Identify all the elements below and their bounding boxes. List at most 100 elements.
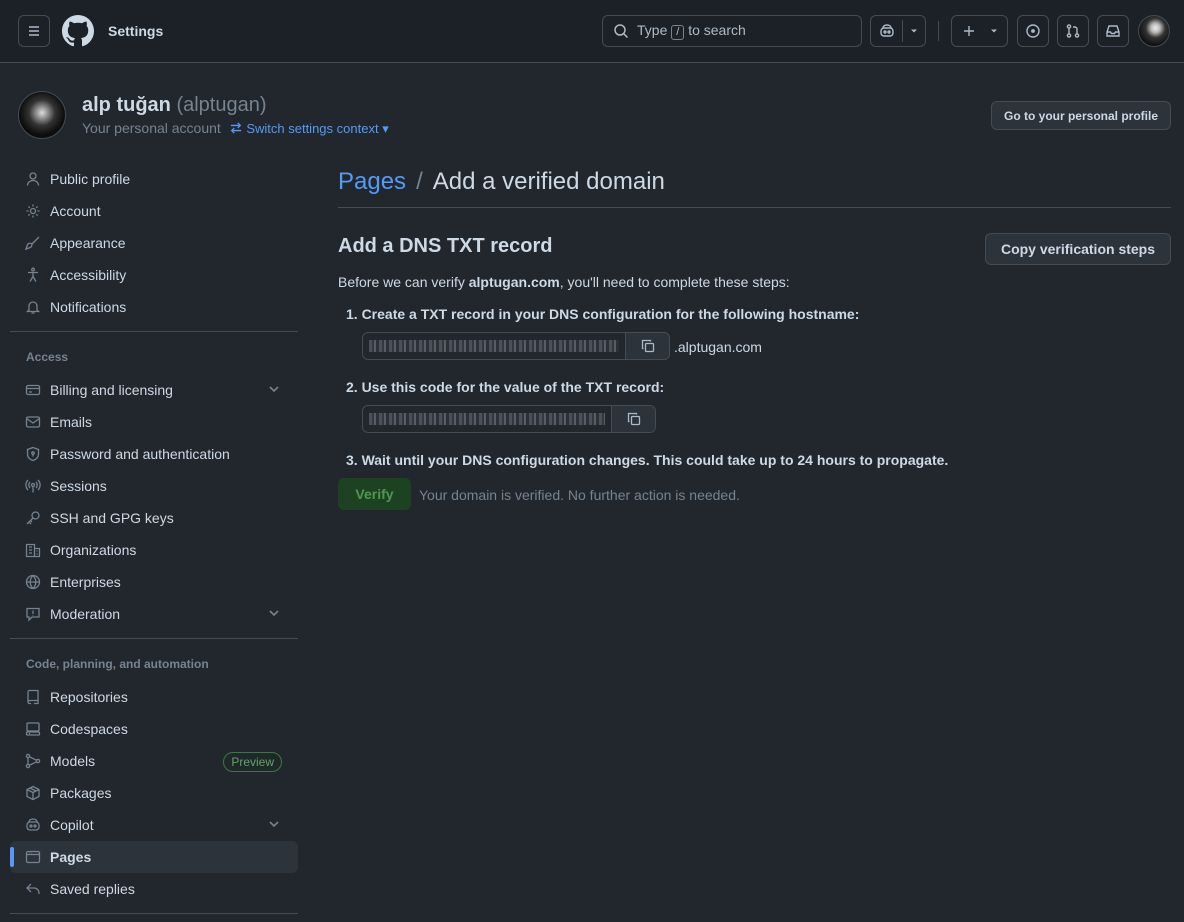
step-2-text: 2. Use this code for the value of the TX… [346,379,665,395]
copy-icon [641,339,654,353]
sidebar-item-models[interactable]: Models Preview [10,745,298,777]
shield-lock-icon [25,446,41,462]
page-title: Add a verified domain [432,168,665,195]
preview-badge: Preview [223,752,282,772]
hamburger-icon [29,26,39,36]
report-icon [25,606,41,622]
sidebar-item-saved-replies[interactable]: Saved replies [10,873,298,905]
sidebar-item-packages[interactable]: Packages [10,777,298,809]
copy-icon [627,412,640,426]
credit-card-icon [25,382,41,398]
menu-button[interactable] [18,15,50,47]
user-avatar[interactable] [1138,15,1170,47]
issue-opened-icon [1026,24,1040,38]
organization-icon [25,542,41,558]
copy-verification-steps-button[interactable]: Copy verification steps [985,233,1171,265]
title-divider [338,207,1171,208]
step-1-text: 1. Create a TXT record in your DNS confi… [346,306,860,322]
key-icon [25,510,41,526]
caret-down-icon [991,29,997,33]
inbox-icon [1106,25,1120,37]
top-header: Settings Type / to search [0,0,1184,63]
bell-icon [25,299,41,315]
sidebar-heading-access: Access [26,350,69,364]
header-divider [938,21,939,41]
chevron-down-icon[interactable] [268,606,280,618]
sidebar-item-codespaces[interactable]: Codespaces [10,713,298,745]
reply-icon [25,881,41,897]
hostname-suffix: .alptugan.com [674,339,762,355]
switch-context-link[interactable]: Switch settings context ▾ [229,121,389,136]
caret-down-icon: ▾ [382,121,389,136]
repo-icon [25,689,41,705]
sidebar-item-sessions[interactable]: Sessions [10,470,298,502]
profile-subtitle: Your personal account Switch settings co… [82,120,389,136]
sidebar-item-enterprises[interactable]: Enterprises [10,566,298,598]
breadcrumb: Pages / Add a verified domain [338,163,1171,201]
package-icon [25,785,41,801]
go-to-profile-button[interactable]: Go to your personal profile [991,101,1171,130]
gear-icon [25,203,41,219]
github-logo-icon[interactable] [62,15,94,47]
sidebar-divider [10,331,298,332]
header-title: Settings [108,23,164,39]
search-icon [614,24,629,39]
sidebar-item-accessibility[interactable]: Accessibility [10,259,298,291]
verify-button[interactable]: Verify [338,478,411,510]
sidebar-item-pages[interactable]: Pages [10,841,298,873]
caret-down-icon [911,29,917,33]
copilot-icon [880,24,894,37]
sidebar-item-copilot[interactable]: Copilot [10,809,298,841]
workflow-icon [25,753,41,769]
profile-login: (alptugan) [176,94,267,116]
breadcrumb-pages-link[interactable]: Pages [338,168,406,196]
paintbrush-icon [24,235,41,251]
verified-message: Your domain is verified. No further acti… [419,487,740,503]
sidebar-item-public-profile[interactable]: Public profile [10,163,298,195]
plus-icon [964,26,974,36]
mail-icon [25,414,41,430]
accessibility-icon [25,267,41,283]
sidebar-item-password[interactable]: Password and authentication [10,438,298,470]
sidebar-divider [10,638,298,639]
git-pull-request-icon [1066,24,1080,38]
redacted-hostname [369,340,619,352]
sidebar-item-billing[interactable]: Billing and licensing [10,374,298,406]
sidebar-item-account[interactable]: Account [10,195,298,227]
profile-avatar [18,91,66,139]
search-placeholder: Type / to search [637,22,746,40]
sidebar-item-notifications[interactable]: Notifications [10,291,298,323]
arrow-switch-icon [230,122,241,134]
sidebar-divider [10,913,298,914]
copy-txt-value-button[interactable] [611,406,655,432]
inbox-button[interactable] [1097,15,1129,47]
browser-icon [25,849,41,865]
codespaces-icon [25,721,41,737]
chevron-down-icon[interactable] [268,382,280,394]
sidebar-item-ssh-gpg[interactable]: SSH and GPG keys [10,502,298,534]
profile-name: alp tuğan (alptugan) [82,94,267,116]
intro-text: Before we can verify alptugan.com, you'l… [338,274,790,290]
sidebar-heading-code: Code, planning, and automation [26,657,209,671]
copilot-button[interactable] [870,15,926,47]
sidebar-item-emails[interactable]: Emails [10,406,298,438]
copilot-icon [25,817,41,833]
issues-button[interactable] [1017,15,1049,47]
step-3-text: 3. Wait until your DNS configuration cha… [346,452,949,468]
chevron-down-icon[interactable] [268,817,280,829]
sidebar-item-organizations[interactable]: Organizations [10,534,298,566]
create-new-button[interactable] [951,15,1008,47]
search-input[interactable]: Type / to search [602,15,862,47]
copy-hostname-button[interactable] [625,333,669,359]
person-icon [25,171,41,187]
settings-sidebar: Public profile Account Appearance Access… [10,163,298,922]
hostname-code-field[interactable] [362,332,670,360]
sidebar-item-appearance[interactable]: Appearance [10,227,298,259]
sidebar-item-repositories[interactable]: Repositories [10,681,298,713]
txt-value-code-field[interactable] [362,405,656,433]
search-shortcut-key: / [671,25,685,40]
pull-requests-button[interactable] [1057,15,1089,47]
main-content: Pages / Add a verified domain Add a DNS … [338,163,1171,510]
sidebar-item-moderation[interactable]: Moderation [10,598,298,630]
redacted-txt-value [369,413,605,425]
